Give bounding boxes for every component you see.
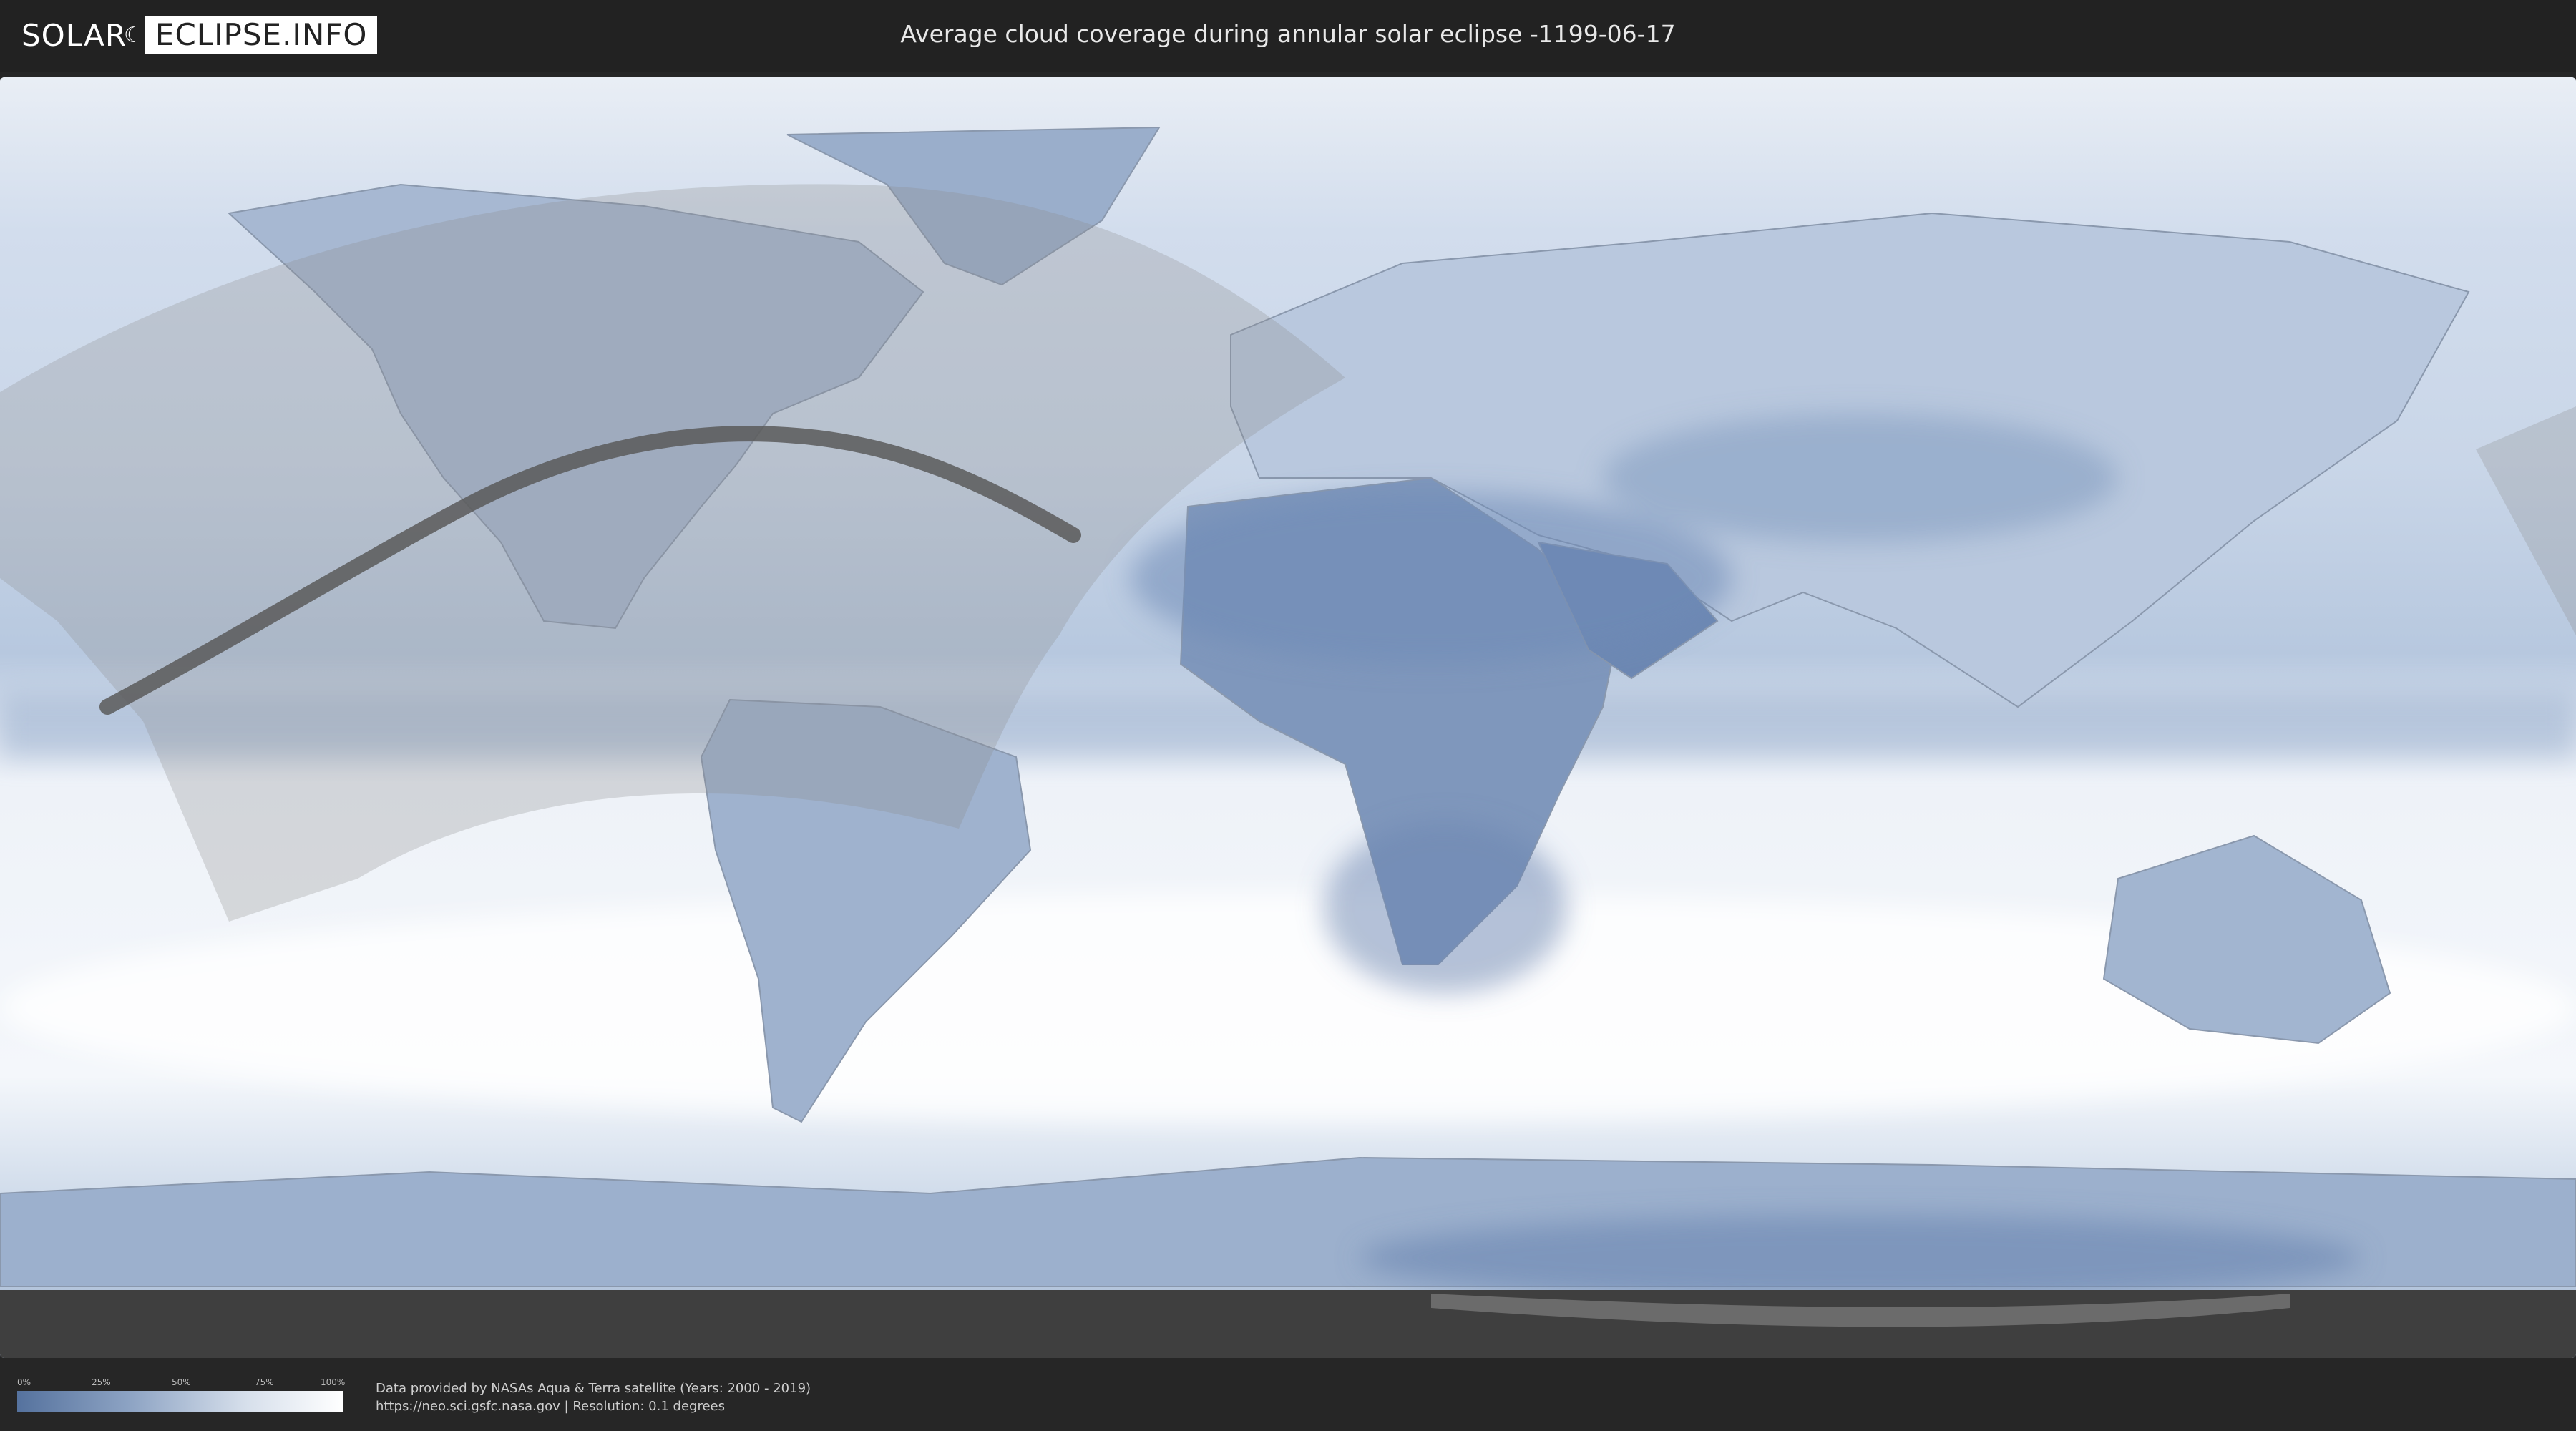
cloud-coverage-map[interactable] <box>0 77 2576 1358</box>
legend-tick: 75% <box>255 1377 274 1387</box>
legend-tick-labels: 0% 25% 50% 75% 100% <box>17 1377 346 1387</box>
map-graphic <box>0 77 2576 1358</box>
legend-tick: 25% <box>92 1377 111 1387</box>
legend-tick: 0% <box>17 1377 31 1387</box>
top-bar: SOLAR ☾ ECLIPSE.INFO Average cloud cover… <box>0 0 2576 72</box>
legend-tick: 100% <box>321 1377 346 1387</box>
legend-color-scale <box>17 1391 343 1412</box>
credits-source: Data provided by NASAs Aqua & Terra sate… <box>376 1381 811 1396</box>
credits-url: https://neo.sci.gsfc.nasa.gov | Resoluti… <box>376 1399 725 1414</box>
page-title: Average cloud coverage during annular so… <box>900 20 1676 48</box>
data-credits: Data provided by NASAs Aqua & Terra sate… <box>376 1379 811 1415</box>
legend-tick: 50% <box>172 1377 191 1387</box>
